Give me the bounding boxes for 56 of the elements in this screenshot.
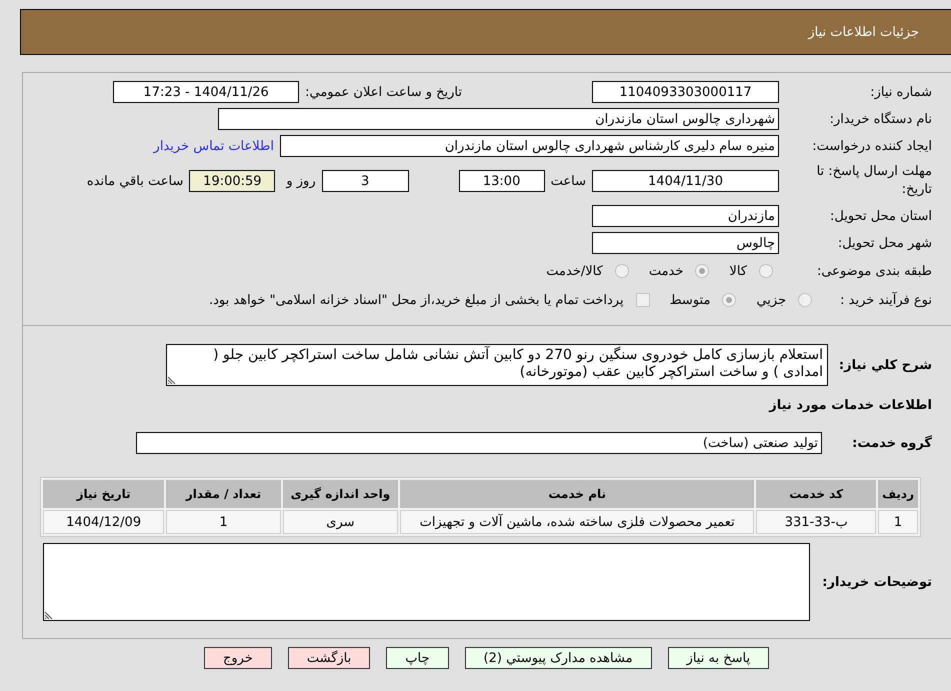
province-label: استان محل تحویل: <box>829 208 932 224</box>
province-field[interactable]: مازندران <box>592 205 779 228</box>
table-cell: تعمیر محصولات فلزی ساخته شده، ماشین آلات و تجهیزات <box>400 510 754 534</box>
buyer-name-label: نام دستگاه خریدار: <box>828 112 932 126</box>
table-cell: 1 <box>166 510 281 534</box>
table-cell: ب-33-331 <box>756 510 876 534</box>
action-button[interactable]: خروج <box>204 647 272 669</box>
table-cell: 1 <box>878 510 918 534</box>
section-title: اطلاعات خدمات مورد نیاز <box>768 396 932 414</box>
days-label: روز و <box>286 174 316 189</box>
treasury-text: پرداخت تمام یا بخشی از مبلغ خرید،از محل "اسناد خزانه اسلامی" خواهد بود. <box>209 292 624 308</box>
column-header: ردیف <box>878 480 918 508</box>
table-cell: 1404/12/09 <box>43 510 164 534</box>
service-group-label: گروه خدمت: <box>851 436 932 450</box>
buyer-notes-field[interactable] <box>43 543 810 621</box>
option-label: کالا/خدمت <box>546 264 603 279</box>
requester-field[interactable]: منیره سام دلیری کارشناس شهرداری چالوس استان مازندران <box>280 135 779 157</box>
description-label: شرح کلي نیاز: <box>838 358 932 372</box>
table-cell: سری <box>282 510 398 534</box>
time-left-field[interactable]: 19:00:59 <box>189 170 276 192</box>
category-label: طبقه بندی موضوعی: <box>816 264 932 279</box>
option-label: خدمت <box>648 264 684 279</box>
column-header: کد خدمت <box>756 480 876 508</box>
option-label: جزیي <box>756 292 786 308</box>
column-header: نام خدمت <box>400 480 754 508</box>
resize-grip-icon[interactable] <box>168 376 176 384</box>
option-label: کالا <box>729 264 747 279</box>
option-label: متوسط <box>670 292 710 308</box>
requester-label: ایجاد کننده درخواست: <box>811 138 932 154</box>
time-left-label: ساعت باقي مانده <box>86 174 184 189</box>
need-number-label: شماره نیاز: <box>869 84 932 100</box>
description-box[interactable]: استعلام بازسازی کامل خودروی سنگین رنو 270 دو کابین آتش نشانی شامل ساخت استراکچر کابین جلو ( امدادی ) و ساخت استراکچر کابین عقب (موتورخانه) <box>166 344 828 386</box>
city-label: شهر محل تحویل: <box>836 236 932 251</box>
city-field[interactable]: چالوس <box>592 232 779 254</box>
buyer-name-field[interactable]: شهرداری چالوس استان مازندران <box>218 108 779 130</box>
announce-date-label: تاریخ و ساعت اعلان عمومي: <box>305 84 462 100</box>
resize-grip-icon[interactable] <box>45 611 53 619</box>
action-button[interactable]: بازگشت <box>288 647 370 669</box>
action-button[interactable]: چاپ <box>386 647 448 669</box>
column-header: تعداد / مقدار <box>166 480 281 508</box>
buyer-notes-label: توضیحات خریدار: <box>821 574 932 590</box>
service-group-field[interactable]: تولید صنعتی (ساخت) <box>136 432 822 454</box>
column-header: واحد اندازه گیری <box>282 480 398 508</box>
days-left-field[interactable]: 3 <box>322 170 409 192</box>
deadline-label: مهلت ارسال پاسخ: تا تاریخ: <box>816 163 932 200</box>
purchase-type-label: نوع فرآیند خرید : <box>840 292 932 308</box>
buyer-contact-link[interactable]: اطلاعات تماس خریدار <box>154 138 274 154</box>
action-button[interactable]: پاسخ به نیاز <box>668 647 770 669</box>
time-label: ساعت <box>550 174 586 189</box>
column-header: تاریخ نیاز <box>43 480 164 508</box>
page-title: جزئیات اطلاعات نیاز <box>808 24 919 40</box>
deadline-date-field[interactable]: 1404/11/30 <box>592 170 779 192</box>
action-button[interactable]: مشاهده مدارک پیوستي (2) <box>464 647 652 669</box>
deadline-time-field[interactable]: 13:00 <box>458 170 545 192</box>
need-number-field[interactable]: 1104093303000117 <box>592 81 779 103</box>
announce-date-field[interactable]: 1404/11/26 - 17:23 <box>113 81 300 103</box>
